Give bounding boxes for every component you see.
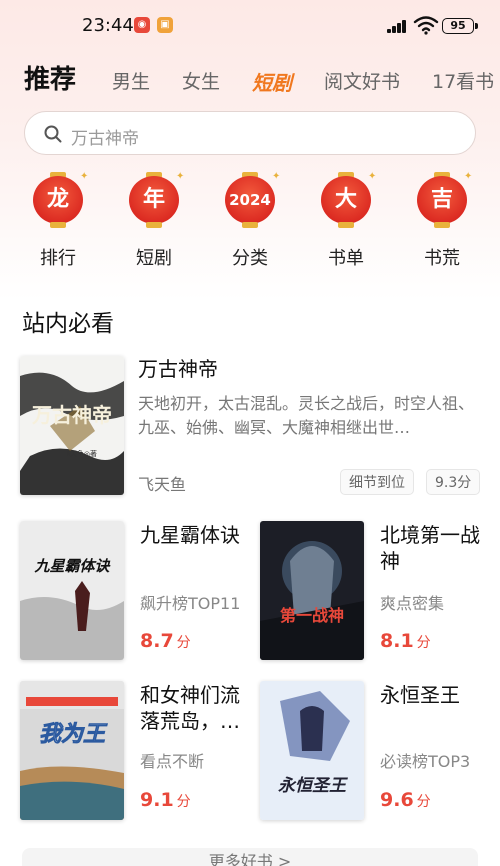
more-books-button[interactable]: 更多好书 > <box>22 848 478 866</box>
category-drama[interactable]: 年 ✦ 短剧 <box>114 172 194 272</box>
tab-17-reading[interactable]: 17看书 <box>432 67 494 94</box>
book-title[interactable]: 北境第一战神 <box>380 522 484 574</box>
book-score: 9.1 分 <box>140 789 191 811</box>
book-cover-title: 我为王 <box>39 722 108 747</box>
tab-recommend[interactable]: 推荐 <box>24 59 76 96</box>
wifi-icon <box>413 16 439 35</box>
battery-indicator: 95 <box>442 18 478 34</box>
category-label: 短剧 <box>136 248 172 269</box>
book-cover[interactable]: 第一战神 <box>260 521 364 660</box>
category-label: 书单 <box>328 248 364 269</box>
featured-book-description: 天地初开，太古混乱。灵长之战后，时空人祖、九巫、始佛、幽冥、大魔神相继出世… <box>138 394 474 437</box>
featured-book-cover[interactable]: 万古神帝 飞天鱼◎著 <box>20 356 124 495</box>
category-label: 排行 <box>40 248 76 269</box>
book-title[interactable]: 九星霸体诀 <box>140 522 250 548</box>
featured-book-title[interactable]: 万古神帝 <box>138 356 218 382</box>
book-cover-title: 第一战神 <box>280 606 344 625</box>
book-cover[interactable]: 永恒圣王 <box>260 681 364 820</box>
lantern-icon: 龙 ✦ <box>30 172 88 228</box>
status-time: 23:44 <box>82 15 134 36</box>
tab-female[interactable]: 女生 <box>182 67 220 94</box>
category-booklist[interactable]: 大 ✦ 书单 <box>306 172 386 272</box>
featured-book-tag: 细节到位 <box>340 469 414 495</box>
book-score: 8.1 分 <box>380 630 431 652</box>
top-tab-bar: 推荐 男生 女生 短剧 阅文好书 17看书 <box>0 55 500 103</box>
book-cover[interactable]: 我为王 <box>20 681 124 820</box>
lantern-icon: 2024 ✦ <box>222 172 280 228</box>
book-cover[interactable]: 九星霸体诀 <box>20 521 124 660</box>
lantern-icon: 吉 ✦ <box>414 172 472 228</box>
category-book-shortage[interactable]: 吉 ✦ 书荒 <box>402 172 482 272</box>
book-subtitle: 爽点密集 <box>380 594 445 613</box>
category-label: 分类 <box>232 248 268 269</box>
book-score: 8.7 分 <box>140 630 191 652</box>
category-label: 书荒 <box>424 248 460 269</box>
search-icon <box>44 125 62 143</box>
featured-book-score: 9.3分 <box>426 469 481 495</box>
book-subtitle: 必读榜TOP3 <box>380 752 471 771</box>
featured-cover-author: 飞天鱼◎著 <box>63 449 97 458</box>
section-title: 站内必看 <box>22 311 114 337</box>
category-classify[interactable]: 2024 ✦ 分类 <box>210 172 290 272</box>
search-input[interactable]: 万古神帝 <box>24 111 476 155</box>
featured-cover-title: 万古神帝 <box>31 403 112 427</box>
tab-male[interactable]: 男生 <box>112 67 150 94</box>
category-ranking[interactable]: 龙 ✦ 排行 <box>18 172 98 272</box>
search-placeholder: 万古神帝 <box>71 129 139 149</box>
app-notification-icon: ▣ <box>157 17 173 33</box>
lantern-icon: 大 ✦ <box>318 172 376 228</box>
status-bar: 23:44 ◉ ▣ 95 <box>0 0 500 52</box>
category-row: 龙 ✦ 排行 年 ✦ 短剧 2024 ✦ 分类 大 ✦ 书单 吉 ✦ 书荒 <box>0 172 500 272</box>
book-subtitle: 看点不断 <box>140 752 205 771</box>
netease-app-icon: ◉ <box>134 17 150 33</box>
signal-icon <box>387 19 411 33</box>
tab-drama[interactable]: 短剧 <box>252 67 292 96</box>
book-cover-title: 永恒圣王 <box>278 776 348 796</box>
book-title[interactable]: 和女神们流落荒岛，… <box>140 682 250 734</box>
tab-reading[interactable]: 阅文好书 <box>324 67 400 94</box>
lantern-icon: 年 ✦ <box>126 172 184 228</box>
book-score: 9.6 分 <box>380 789 431 811</box>
featured-book-author: 飞天鱼 <box>138 475 187 494</box>
book-cover-title: 九星霸体诀 <box>33 557 111 575</box>
book-title[interactable]: 永恒圣王 <box>380 682 484 708</box>
book-subtitle: 飙升榜TOP11 <box>140 594 241 613</box>
